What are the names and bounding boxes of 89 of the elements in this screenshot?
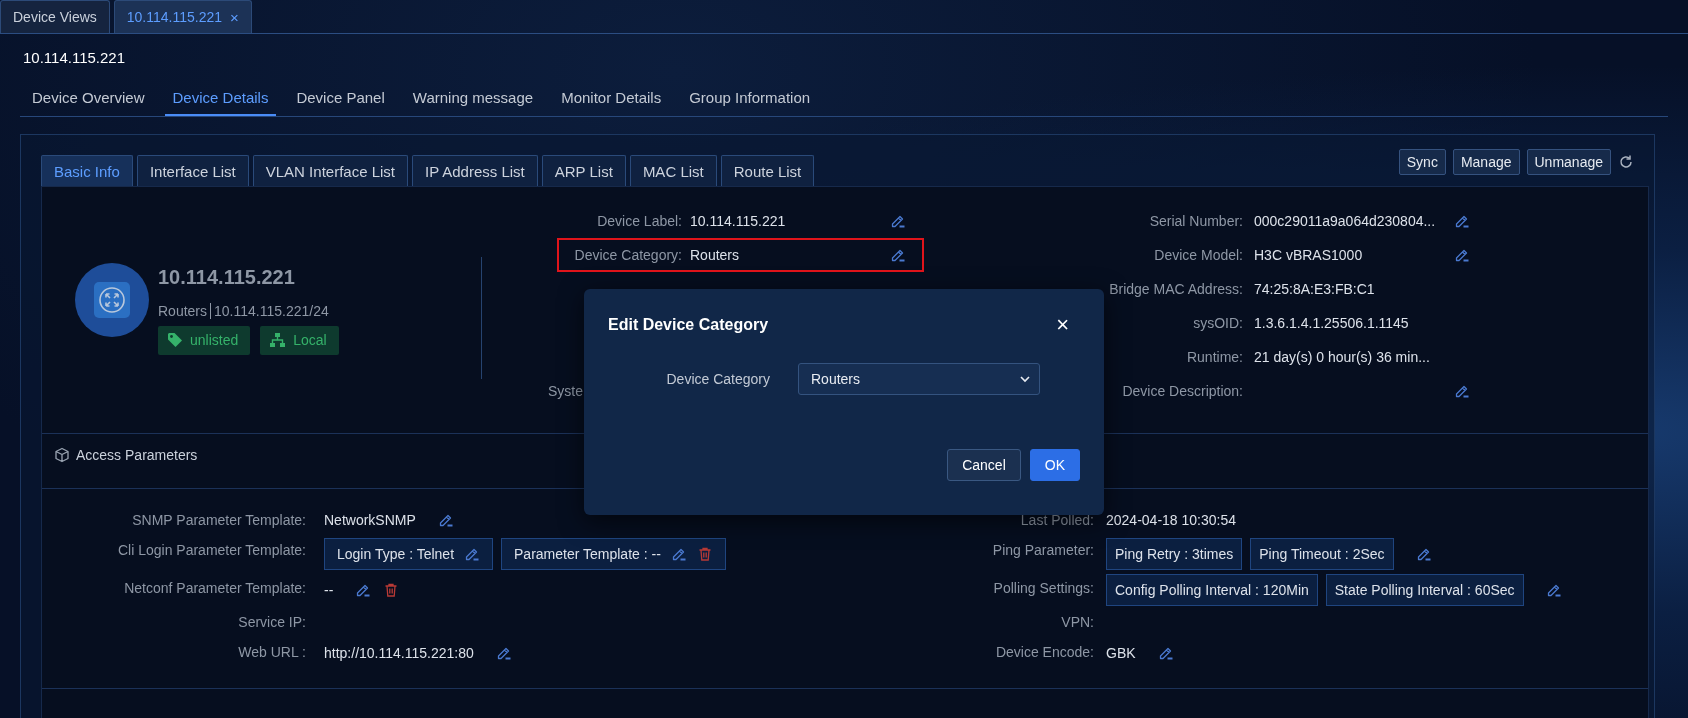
window-tab[interactable]: Device Views	[0, 0, 110, 33]
status-badge: Local	[260, 325, 339, 355]
field-label: Device Model:	[1154, 247, 1243, 263]
section-title: Access Parameters	[76, 447, 198, 463]
field-value: --	[324, 582, 334, 598]
field-label: Device Description:	[1122, 383, 1243, 399]
field-value: H3C vBRAS1000	[1254, 247, 1364, 263]
cube-icon	[54, 447, 70, 463]
device-address: 10.114.115.221/24	[210, 302, 329, 319]
field-label: Polling Settings:	[993, 579, 1094, 598]
nav-tab[interactable]: Warning message	[410, 80, 536, 116]
field-value: NetworkSNMP	[324, 512, 416, 528]
dialog-button[interactable]: OK	[1029, 449, 1080, 481]
parameter-tag: Ping Retry : 3times	[1106, 538, 1243, 570]
sub-tab[interactable]: MAC List	[629, 155, 717, 186]
close-button[interactable]: ×	[230, 8, 239, 26]
refresh-icon[interactable]	[1618, 154, 1634, 170]
field-label: Device Label:	[597, 213, 682, 229]
sub-tab[interactable]: ARP List	[541, 155, 626, 186]
nav-tab[interactable]: Monitor Details	[559, 80, 664, 116]
field-value: 1.3.6.1.4.1.25506.1.1145	[1254, 315, 1410, 331]
edit-icon[interactable]	[1454, 213, 1470, 229]
window-tab[interactable]: 10.114.115.221 ×	[113, 0, 252, 33]
field-label: Last Polled:	[1020, 511, 1094, 530]
field-value: GBK	[1106, 645, 1136, 661]
hierarchy-icon	[269, 332, 287, 348]
field-label: Syste	[548, 383, 583, 399]
edit-icon[interactable]	[890, 213, 906, 229]
field-label: Bridge MAC Address:	[1109, 281, 1243, 297]
nav-tab[interactable]: Device Panel	[294, 80, 387, 116]
edit-icon[interactable]	[355, 582, 372, 598]
nav-tab[interactable]: Device Details	[164, 80, 277, 116]
edit-icon[interactable]	[437, 512, 454, 528]
delete-icon[interactable]	[383, 582, 400, 598]
action-button[interactable]: Manage	[1452, 149, 1520, 175]
field-value: 000c29011a9a064d230804...	[1254, 213, 1437, 229]
edit-icon[interactable]	[495, 645, 512, 661]
parameter-tag: Config Polling Interval : 120Min	[1106, 574, 1318, 606]
field-label: Web URL :	[238, 643, 306, 662]
edit-icon[interactable]	[1415, 546, 1432, 562]
action-button[interactable]: Sync	[1398, 149, 1446, 175]
sub-tab[interactable]: Basic Info	[41, 155, 133, 186]
edit-icon[interactable]	[670, 546, 687, 562]
edit-icon[interactable]	[1454, 247, 1470, 263]
status-badge: unlisted	[158, 325, 251, 355]
nav-tab[interactable]: Group Information	[687, 80, 813, 116]
device-category: Routers	[158, 302, 208, 319]
field-label: Runtime:	[1186, 349, 1243, 365]
parameter-tag: Ping Timeout : 2Sec	[1250, 538, 1394, 570]
field-label: Service IP:	[238, 613, 306, 632]
edit-icon[interactable]	[1545, 582, 1562, 598]
field-label: VPN:	[1061, 613, 1094, 632]
field-value: 74:25:8A:E3:FB:C1	[1254, 281, 1376, 297]
edit-icon[interactable]	[1157, 645, 1174, 661]
category-select[interactable]: Routers	[798, 363, 1040, 395]
field-label: sysOID:	[1193, 315, 1243, 331]
field-label: Device Encode:	[995, 643, 1094, 662]
router-icon	[93, 281, 131, 319]
dialog-title: Edit Device Category	[608, 316, 769, 334]
parameter-tag: State Polling Interval : 60Sec	[1325, 574, 1524, 606]
chevron-down-icon	[1019, 373, 1031, 385]
device-name: 10.114.115.221	[158, 265, 296, 289]
field-value: 21 day(s) 0 hour(s) 36 min...	[1254, 349, 1431, 365]
edit-icon[interactable]	[1454, 383, 1470, 399]
field-value: 2024-04-18 10:30:54	[1106, 512, 1236, 528]
close-button[interactable]: ×	[1056, 315, 1069, 335]
dialog-button[interactable]: Cancel	[947, 449, 1021, 481]
sub-tab[interactable]: IP Address List	[412, 155, 538, 186]
sub-tab[interactable]: Interface List	[136, 155, 249, 186]
field-label: Device Category:	[574, 247, 682, 263]
field-label: Serial Number:	[1149, 213, 1243, 229]
field-label: Netconf Parameter Template:	[124, 579, 306, 598]
parameter-tag: Parameter Template : --	[501, 538, 726, 570]
edit-icon[interactable]	[464, 546, 481, 562]
field-label: Device Category	[665, 371, 770, 387]
field-label: Cli Login Parameter Template:	[117, 541, 306, 560]
field-value: Routers	[690, 247, 741, 263]
parameter-tag: Login Type : Telnet	[324, 538, 494, 570]
field-label: Ping Parameter:	[992, 541, 1094, 560]
action-button[interactable]: Unmanage	[1526, 149, 1611, 175]
nav-tab[interactable]: Device Overview	[30, 80, 147, 116]
sub-tab[interactable]: VLAN Interface List	[252, 155, 408, 186]
edit-icon[interactable]	[890, 247, 906, 263]
field-value: http://10.114.115.221:80	[324, 645, 474, 661]
field-label: SNMP Parameter Template:	[132, 511, 306, 530]
device-title: 10.114.115.221	[23, 48, 126, 66]
field-value: 10.114.115.221	[690, 213, 787, 229]
tag-icon	[167, 332, 183, 348]
sub-tab[interactable]: Route List	[720, 155, 815, 186]
